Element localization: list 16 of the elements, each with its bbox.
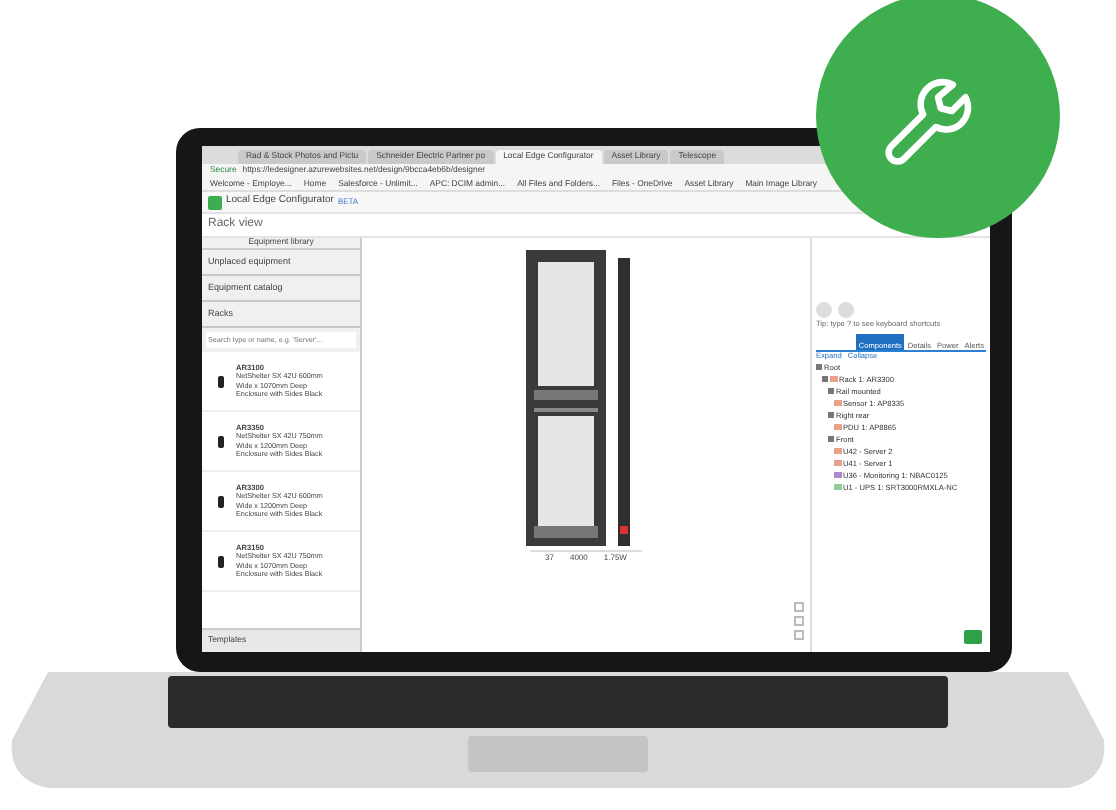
redo-button[interactable] — [838, 302, 854, 318]
rack-icon — [218, 555, 224, 567]
expand-toggle[interactable] — [822, 376, 828, 383]
zoom-out-button[interactable] — [794, 630, 804, 640]
expand-toggle[interactable] — [816, 364, 822, 371]
rack-icon — [218, 375, 224, 387]
rack-icon — [218, 495, 224, 507]
chat-button[interactable] — [964, 630, 982, 644]
expand-toggle[interactable] — [828, 388, 834, 395]
fit-button[interactable] — [794, 616, 804, 626]
expand-toggle[interactable] — [828, 412, 834, 419]
zoom-in-button[interactable] — [794, 602, 804, 612]
app-logo-icon — [208, 195, 222, 209]
undo-button[interactable] — [816, 302, 832, 318]
rack-icon — [218, 435, 224, 447]
expand-toggle[interactable] — [828, 436, 834, 443]
